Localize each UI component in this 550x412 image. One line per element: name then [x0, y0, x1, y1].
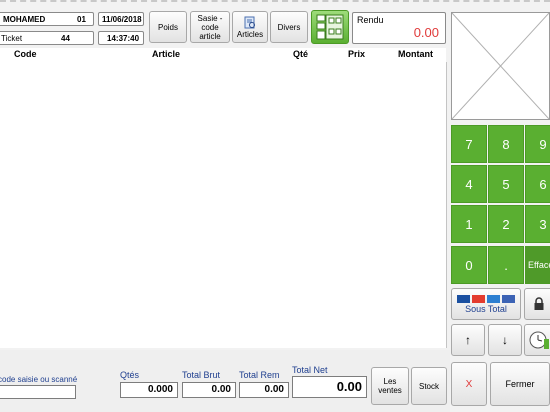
les-ventes-button[interactable]: Les ventes: [371, 367, 409, 405]
rendu-box: Rendu 0.00: [352, 12, 446, 44]
poids-button[interactable]: Poids: [149, 11, 187, 43]
top-border: [0, 0, 550, 3]
col-article: Article: [152, 49, 181, 59]
articles-icon: [244, 16, 255, 28]
image-placeholder-icon: [451, 12, 550, 120]
articles-label: Articles: [236, 29, 264, 39]
clock-button[interactable]: [524, 324, 550, 356]
payment-cards-icon: [457, 294, 515, 303]
sales-grid[interactable]: [0, 62, 447, 348]
sales-grid-header: Code Article Qté Prix Montant: [0, 48, 446, 63]
time-value: 14:37:40: [107, 34, 140, 43]
qtes-label: Qtés: [120, 370, 140, 380]
time-box: 14:37:40: [98, 31, 144, 45]
lock-button[interactable]: [524, 288, 550, 320]
key-0[interactable]: 0: [451, 246, 487, 284]
ticket-label: Ticket: [1, 34, 23, 43]
key-9[interactable]: 9: [525, 125, 550, 163]
col-code: Code: [14, 49, 37, 59]
articles-button[interactable]: Articles: [232, 11, 268, 43]
x-button[interactable]: X: [451, 362, 487, 406]
key-efface[interactable]: Efface: [525, 246, 550, 284]
rendu-label: Rendu: [357, 15, 384, 25]
total-rem-label: Total Rem: [239, 370, 280, 380]
key-3[interactable]: 3: [525, 205, 550, 243]
sous-total-label: Sous Total: [465, 303, 507, 314]
code-input[interactable]: [0, 385, 76, 399]
lock-icon: [534, 297, 544, 310]
product-image: [451, 12, 550, 120]
key-7[interactable]: 7: [451, 125, 487, 163]
key-4[interactable]: 4: [451, 165, 487, 203]
user-number: 01: [77, 15, 86, 24]
total-rem-value: 0.00: [239, 382, 289, 398]
layout-icon-button[interactable]: [311, 10, 349, 44]
user-box: MOHAMED 01: [0, 12, 94, 26]
key-8[interactable]: 8: [488, 125, 524, 163]
key-6[interactable]: 6: [525, 165, 550, 203]
key-1[interactable]: 1: [451, 205, 487, 243]
arrow-down-button[interactable]: ↓: [488, 324, 522, 356]
code-label: code saisie ou scanné: [0, 375, 78, 384]
key-2[interactable]: 2: [488, 205, 524, 243]
date-value: 11/06/2018: [102, 15, 142, 24]
ticket-number: 44: [61, 34, 70, 43]
total-net-value: 0.00: [292, 376, 367, 398]
qtes-value: 0.000: [120, 382, 178, 398]
clock-icon: [529, 331, 549, 349]
col-qte: Qté: [293, 49, 309, 59]
rendu-value: 0.00: [413, 25, 439, 40]
grid-layout-icon: [316, 14, 344, 40]
total-brut-label: Total Brut: [182, 370, 221, 380]
total-net-label: Total Net: [292, 365, 328, 375]
user-name: MOHAMED: [3, 15, 46, 24]
saisie-code-article-button[interactable]: Sasie - code article: [190, 11, 230, 43]
fermer-button[interactable]: Fermer: [490, 362, 550, 406]
sous-total-button[interactable]: Sous Total: [451, 288, 521, 320]
key-5[interactable]: 5: [488, 165, 524, 203]
date-box: 11/06/2018: [98, 12, 144, 26]
col-montant: Montant: [398, 49, 433, 59]
divers-button[interactable]: Divers: [270, 11, 308, 43]
ticket-box: Ticket 44: [0, 31, 94, 45]
key-decimal[interactable]: .: [488, 246, 524, 284]
col-prix: Prix: [348, 49, 366, 59]
arrow-up-button[interactable]: ↑: [451, 324, 485, 356]
stock-button[interactable]: Stock: [411, 367, 447, 405]
total-brut-value: 0.00: [182, 382, 236, 398]
